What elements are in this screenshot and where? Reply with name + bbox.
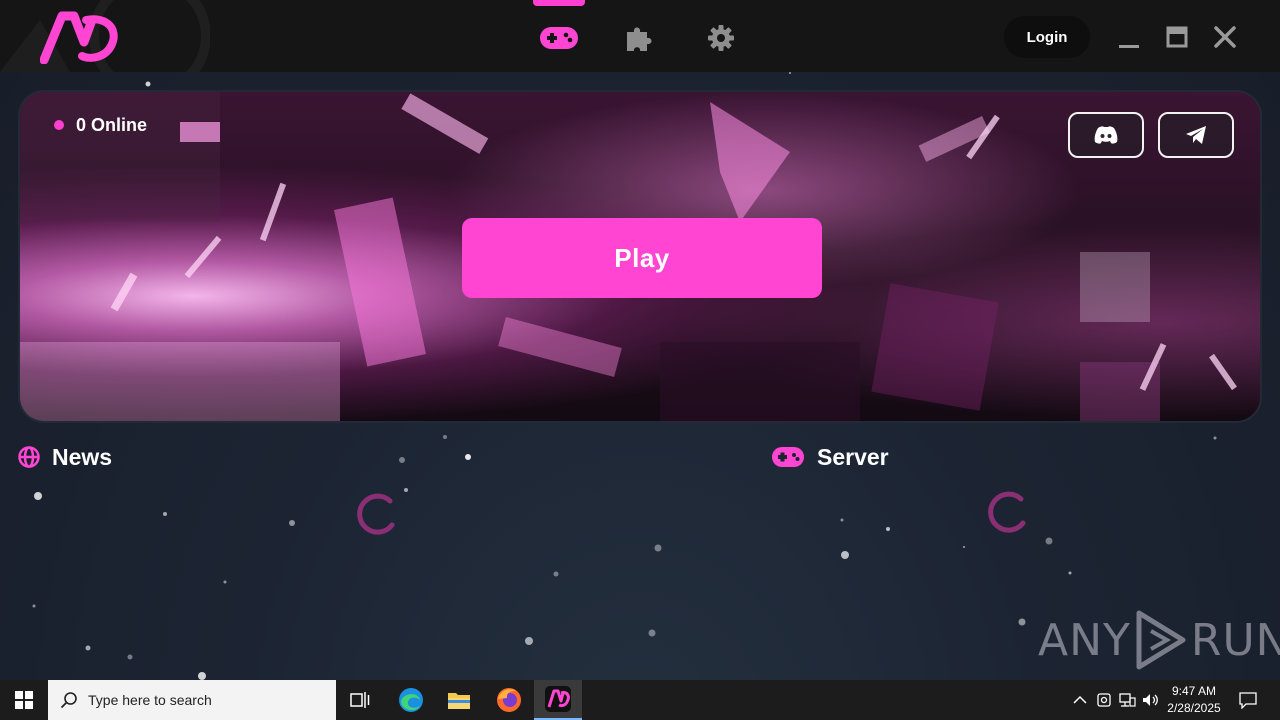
camera-icon xyxy=(1097,693,1111,707)
clock-date: 2/28/2025 xyxy=(1167,701,1221,715)
minimize-icon xyxy=(1119,45,1139,48)
speaker-icon xyxy=(1143,694,1158,706)
tab-settings[interactable] xyxy=(699,18,743,58)
tab-play[interactable] xyxy=(537,18,581,58)
edge-browser-icon xyxy=(399,688,423,712)
news-loading-spinner xyxy=(357,493,395,535)
app-logo-icon xyxy=(40,11,118,64)
taskbar-launcher[interactable] xyxy=(534,680,582,720)
minimize-button[interactable] xyxy=(1114,22,1144,52)
play-triangle-icon xyxy=(1136,610,1186,670)
launcher-app-icon xyxy=(545,686,571,712)
windows-taskbar: Type here to search 9:47 AM 2/28/2025 xyxy=(0,680,1280,720)
search-icon xyxy=(60,692,77,709)
watermark-right: RUN xyxy=(1190,614,1280,666)
chevron-up-icon xyxy=(1073,695,1087,704)
tray-overflow-button[interactable] xyxy=(1070,690,1090,710)
news-section-header: News xyxy=(18,442,112,472)
launcher-window: Login Play 0 Online News Server ANY RUN xyxy=(0,0,1280,680)
anyrun-watermark: ANY RUN xyxy=(1038,608,1280,672)
online-indicator-dot xyxy=(54,120,64,130)
taskbar-firefox[interactable] xyxy=(485,680,533,720)
task-view-button[interactable] xyxy=(336,680,384,720)
discord-button[interactable] xyxy=(1068,112,1144,158)
online-count: 0 Online xyxy=(76,114,148,135)
close-icon xyxy=(1214,26,1236,48)
notification-center-button[interactable] xyxy=(1238,690,1258,710)
gear-icon xyxy=(708,25,734,51)
tab-mods[interactable] xyxy=(618,18,662,58)
title-bar: Login xyxy=(0,0,1280,72)
taskbar-search-box[interactable]: Type here to search xyxy=(48,680,336,720)
tray-volume[interactable] xyxy=(1141,690,1161,710)
firefox-icon xyxy=(497,688,521,712)
windows-logo-icon xyxy=(15,691,33,709)
discord-icon xyxy=(1094,126,1118,144)
taskbar-edge[interactable] xyxy=(387,680,435,720)
close-button[interactable] xyxy=(1210,22,1240,52)
telegram-button[interactable] xyxy=(1158,112,1234,158)
gamepad-icon xyxy=(772,447,804,467)
notification-icon xyxy=(1239,692,1257,709)
taskbar-file-explorer[interactable] xyxy=(435,680,483,720)
clock-time: 9:47 AM xyxy=(1171,684,1217,698)
hero-banner: Play xyxy=(18,90,1262,423)
server-title: Server xyxy=(817,443,889,470)
tray-network[interactable] xyxy=(1117,690,1137,710)
server-loading-spinner xyxy=(988,491,1026,533)
play-button[interactable]: Play xyxy=(462,218,822,298)
news-title: News xyxy=(52,443,113,470)
search-placeholder: Type here to search xyxy=(88,692,212,708)
online-status: 0 Online xyxy=(54,113,147,137)
gamepad-icon xyxy=(540,27,578,49)
server-section-header: Server xyxy=(771,442,889,472)
globe-icon xyxy=(18,446,40,468)
maximize-button[interactable] xyxy=(1162,22,1192,52)
login-button[interactable]: Login xyxy=(1004,16,1090,58)
task-view-icon xyxy=(350,692,370,708)
watermark-left: ANY xyxy=(1038,614,1131,666)
telegram-icon xyxy=(1186,126,1206,144)
network-icon xyxy=(1119,693,1136,707)
folder-icon xyxy=(448,693,470,709)
tray-meet-now[interactable] xyxy=(1094,690,1114,710)
active-tab-indicator xyxy=(533,0,585,6)
taskbar-clock[interactable]: 9:47 AM 2/28/2025 xyxy=(1160,683,1228,717)
start-button[interactable] xyxy=(0,680,48,720)
puzzle-icon xyxy=(627,27,652,51)
maximize-icon xyxy=(1166,26,1188,48)
